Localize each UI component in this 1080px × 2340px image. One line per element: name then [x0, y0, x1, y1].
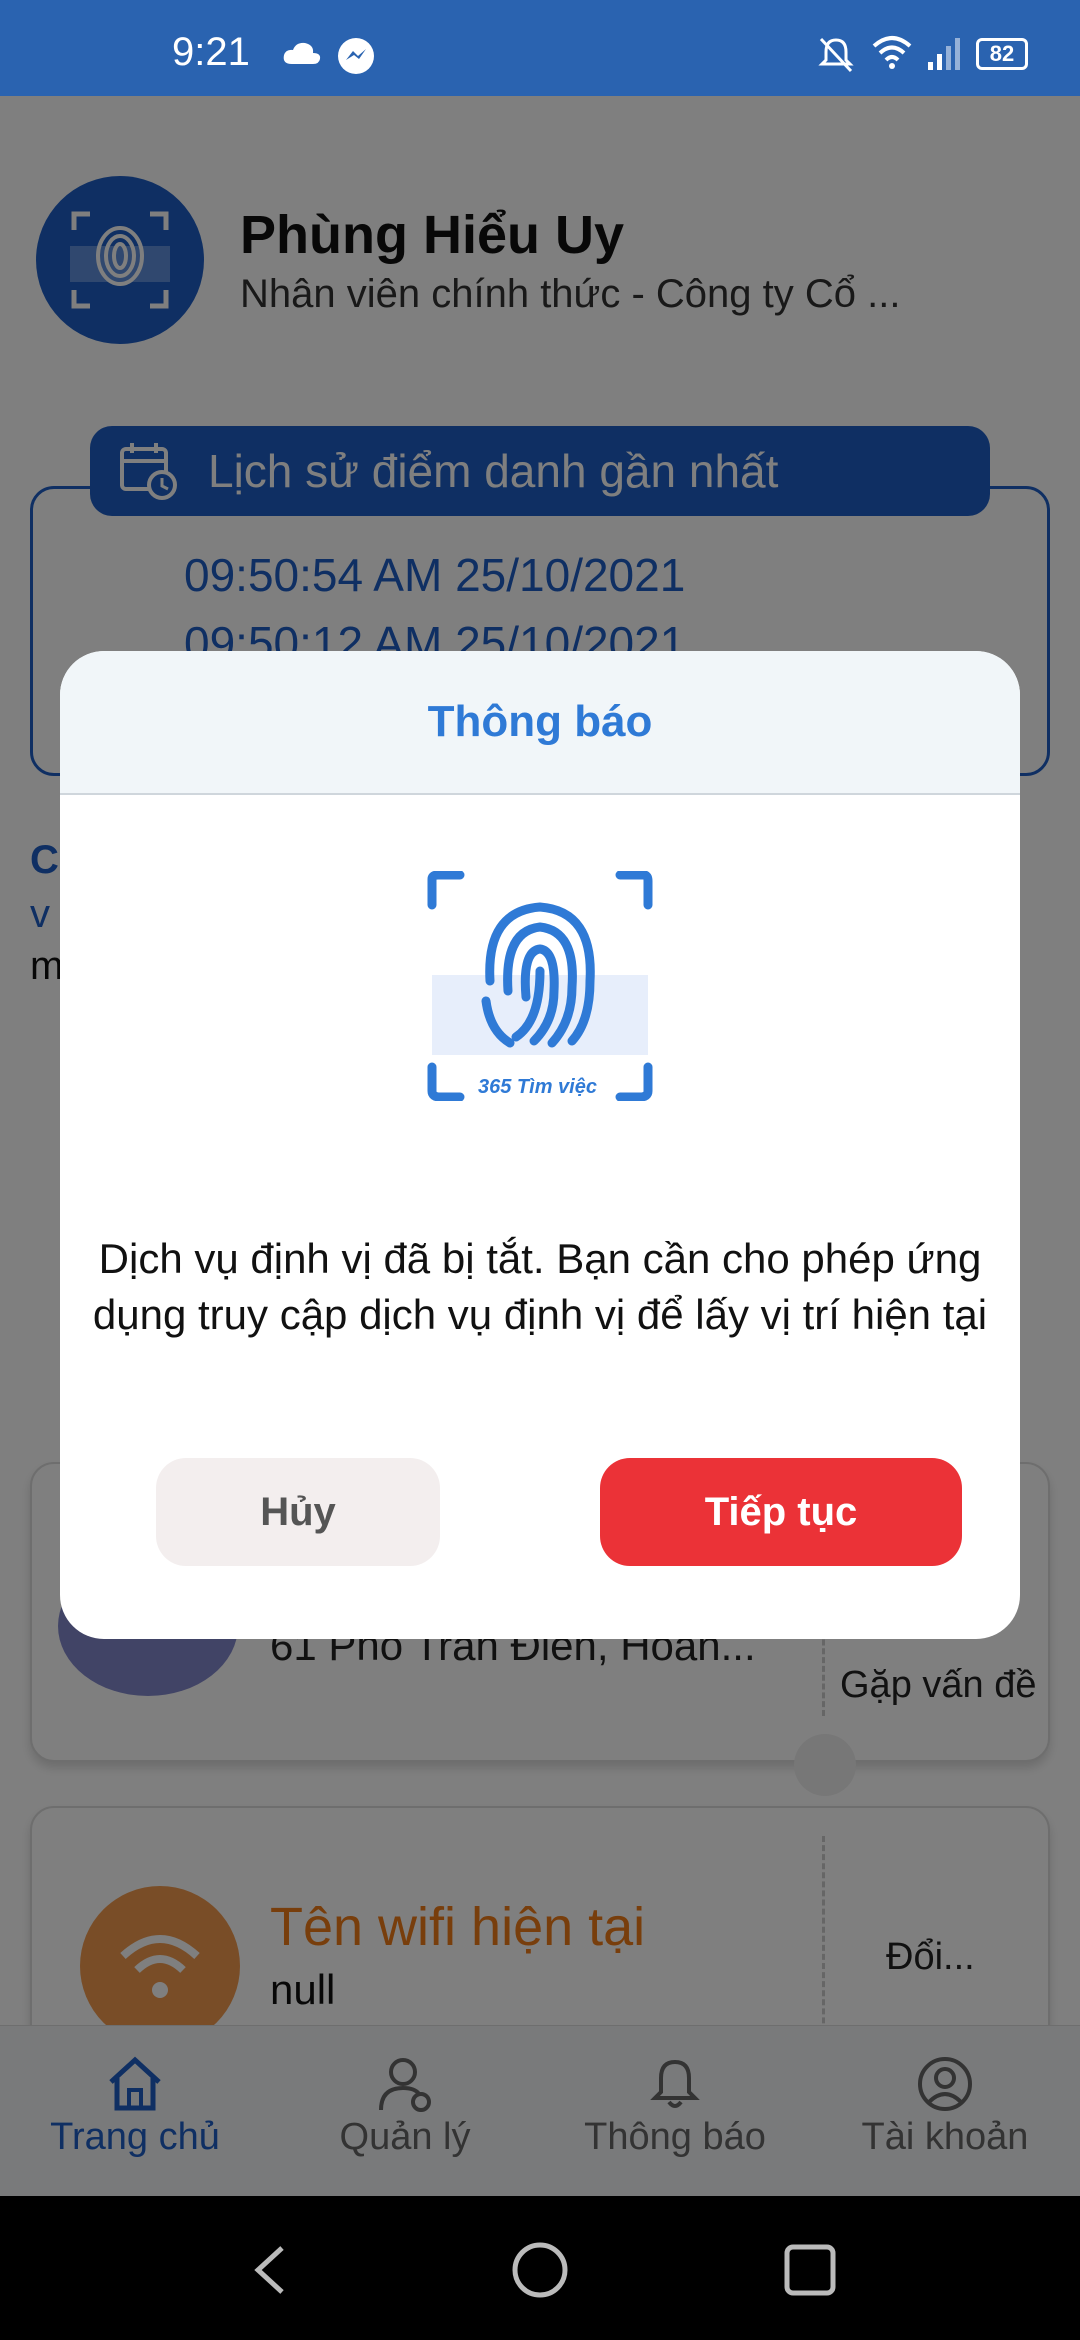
dialog-title: Thông báo [427, 697, 653, 746]
location-permission-dialog: Thông báo 365 Tìm việc Dịch vụ định vị đ… [60, 651, 1020, 1639]
cloud-icon [283, 42, 321, 64]
messenger-icon [338, 38, 374, 74]
dialog-header: Thông báo [60, 651, 1020, 795]
wifi-icon [872, 36, 912, 69]
battery-icon: 82 [976, 38, 1028, 70]
recents-icon[interactable] [782, 2242, 838, 2298]
dialog-message: Dịch vụ định vị đã bị tắt. Bạn cần cho p… [92, 1235, 988, 1338]
signal-icon [928, 38, 960, 70]
back-icon[interactable] [246, 2242, 296, 2298]
battery-level: 82 [989, 41, 1015, 66]
mute-bell-icon [818, 37, 854, 73]
status-bar: 9:21 82 [0, 0, 1080, 96]
status-time: 9:21 [172, 30, 250, 74]
fingerprint-logo-icon: 365 Tìm việc [427, 871, 653, 1101]
system-nav-bar [0, 2196, 1080, 2340]
cancel-button[interactable]: Hủy [156, 1458, 440, 1566]
continue-button[interactable]: Tiếp tục [600, 1458, 962, 1566]
logo-text: 365 Tìm việc [478, 1076, 597, 1098]
home-circle-icon[interactable] [510, 2240, 570, 2300]
